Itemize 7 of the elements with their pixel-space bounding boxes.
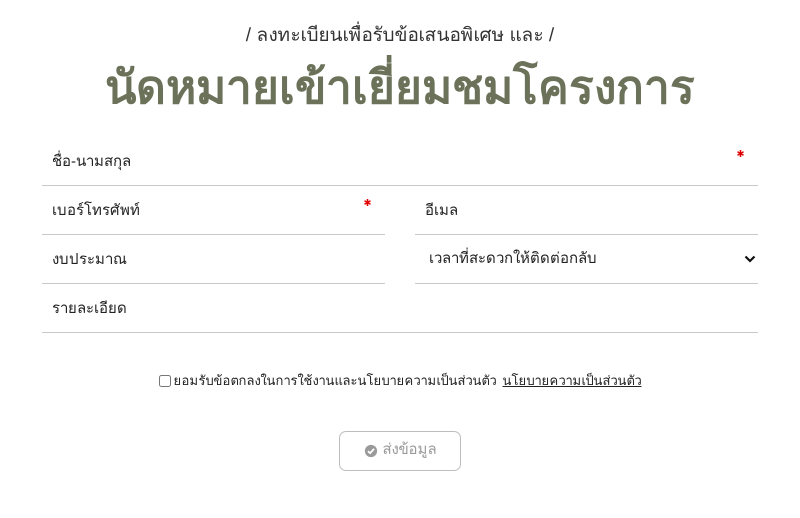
consent-checkbox[interactable] xyxy=(158,374,170,387)
check-circle-icon xyxy=(364,444,378,458)
chevron-down-icon xyxy=(744,255,756,264)
subtitle: / ลงทะเบียนเพื่อรับข้อเสนอพิเศษ และ / xyxy=(246,24,554,49)
consent-label: ยอมรับข้อตกลงในการใช้งานและนโยบายความเป็นส่วนตัว xyxy=(174,372,496,390)
page-title: นัดหมายเข้าเยี่ยมชมโครงการ xyxy=(105,54,695,120)
privacy-policy-link[interactable]: นโยบายความเป็นส่วนตัว xyxy=(502,371,642,391)
